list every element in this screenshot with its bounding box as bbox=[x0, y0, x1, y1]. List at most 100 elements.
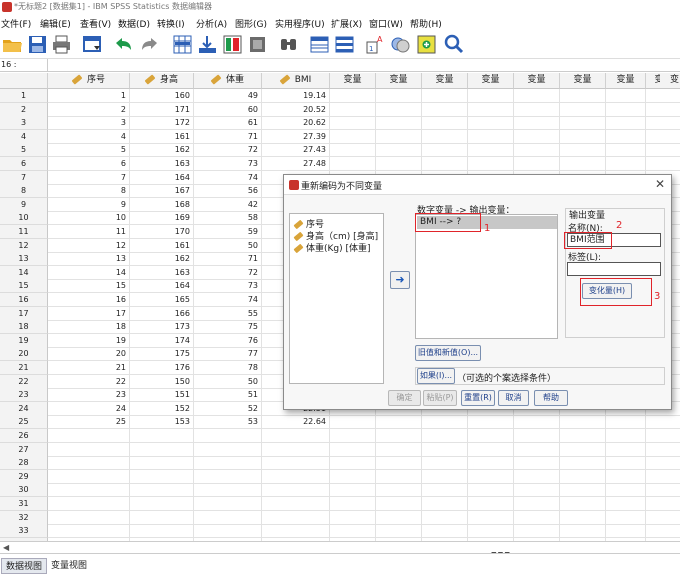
row-header[interactable]: 30 bbox=[0, 483, 48, 498]
row-header[interactable]: 9 bbox=[0, 197, 48, 212]
table-cell[interactable] bbox=[48, 524, 130, 539]
table-cell[interactable] bbox=[194, 497, 262, 511]
table-cell[interactable] bbox=[194, 524, 262, 539]
table-cell[interactable] bbox=[514, 510, 560, 525]
menu-view[interactable]: 查看(V) bbox=[80, 17, 111, 30]
table-cell[interactable]: 74 bbox=[194, 170, 262, 185]
row-header[interactable]: 32 bbox=[0, 510, 48, 525]
row-header[interactable]: 31 bbox=[0, 497, 48, 511]
menu-analyze[interactable]: 分析(A) bbox=[196, 17, 227, 30]
table-cell[interactable]: 55 bbox=[194, 306, 262, 321]
table-cell[interactable]: 20.62 bbox=[262, 116, 330, 131]
table-cell[interactable]: 19.14 bbox=[262, 89, 330, 103]
goto-variable-icon[interactable] bbox=[197, 34, 218, 55]
table-cell[interactable]: 22.64 bbox=[262, 415, 330, 430]
column-header[interactable]: 变 bbox=[660, 73, 680, 89]
table-cell[interactable]: 7 bbox=[48, 170, 130, 185]
table-cell[interactable]: 173 bbox=[130, 320, 194, 335]
table-cell[interactable] bbox=[514, 116, 560, 131]
table-cell[interactable]: 14 bbox=[48, 265, 130, 280]
table-cell[interactable] bbox=[660, 470, 680, 484]
table-cell[interactable]: 60 bbox=[194, 102, 262, 117]
table-cell[interactable] bbox=[422, 497, 468, 511]
table-cell[interactable] bbox=[376, 483, 422, 498]
table-cell[interactable] bbox=[262, 429, 330, 443]
table-cell[interactable]: 71 bbox=[194, 129, 262, 144]
table-cell[interactable]: 10 bbox=[48, 211, 130, 226]
table-cell[interactable] bbox=[330, 469, 376, 484]
column-header[interactable]: 体重 bbox=[194, 73, 262, 89]
table-cell[interactable]: 59 bbox=[194, 225, 262, 239]
table-cell[interactable]: 162 bbox=[130, 252, 194, 267]
row-header[interactable]: 27 bbox=[0, 442, 48, 457]
print-icon[interactable] bbox=[51, 34, 72, 55]
table-cell[interactable]: 163 bbox=[130, 265, 194, 280]
menu-window[interactable]: 窗口(W) bbox=[369, 17, 403, 30]
table-cell[interactable] bbox=[606, 89, 646, 103]
row-header[interactable]: 24 bbox=[0, 401, 48, 416]
column-header[interactable]: 变量 bbox=[468, 73, 514, 89]
table-cell[interactable] bbox=[330, 129, 376, 144]
run-descriptives-icon[interactable] bbox=[247, 34, 268, 55]
table-cell[interactable] bbox=[130, 510, 194, 525]
row-header[interactable]: 6 bbox=[0, 157, 48, 171]
table-cell[interactable] bbox=[262, 497, 330, 511]
grid-corner[interactable] bbox=[0, 73, 48, 89]
table-cell[interactable]: 5 bbox=[48, 143, 130, 158]
table-cell[interactable] bbox=[376, 510, 422, 525]
menu-extensions[interactable]: 扩展(X) bbox=[331, 17, 362, 30]
table-cell[interactable] bbox=[262, 442, 330, 457]
table-cell[interactable]: 166 bbox=[130, 306, 194, 321]
table-cell[interactable]: 42 bbox=[194, 197, 262, 212]
table-cell[interactable]: 17 bbox=[48, 306, 130, 321]
table-cell[interactable] bbox=[130, 497, 194, 511]
table-cell[interactable] bbox=[514, 483, 560, 498]
table-cell[interactable]: 21 bbox=[48, 361, 130, 375]
menu-help[interactable]: 帮助(H) bbox=[410, 17, 442, 30]
table-cell[interactable]: 19 bbox=[48, 333, 130, 348]
table-cell[interactable] bbox=[468, 483, 514, 498]
table-cell[interactable]: 27.48 bbox=[262, 157, 330, 171]
table-cell[interactable] bbox=[422, 157, 468, 171]
table-cell[interactable]: 162 bbox=[130, 143, 194, 158]
table-cell[interactable]: 174 bbox=[130, 333, 194, 348]
row-header[interactable]: 29 bbox=[0, 469, 48, 484]
source-variable-list[interactable]: 序号 身高（cm) [身高] 体重(Kg) [体重] bbox=[289, 213, 384, 384]
table-cell[interactable] bbox=[606, 483, 646, 498]
cancel-button[interactable]: 取消 bbox=[498, 390, 529, 406]
ok-button[interactable]: 确定 bbox=[388, 390, 421, 406]
table-cell[interactable] bbox=[606, 524, 646, 539]
table-cell[interactable]: 172 bbox=[130, 116, 194, 131]
row-header[interactable]: 5 bbox=[0, 143, 48, 158]
table-cell[interactable]: 61 bbox=[194, 116, 262, 131]
table-cell[interactable] bbox=[468, 524, 514, 539]
table-cell[interactable] bbox=[330, 442, 376, 457]
table-cell[interactable]: 50 bbox=[194, 238, 262, 253]
table-cell[interactable] bbox=[130, 524, 194, 539]
row-header[interactable]: 21 bbox=[0, 361, 48, 375]
label-field[interactable] bbox=[567, 262, 661, 276]
table-cell[interactable] bbox=[514, 143, 560, 158]
table-cell[interactable] bbox=[514, 415, 560, 430]
table-cell[interactable] bbox=[48, 456, 130, 471]
table-cell[interactable] bbox=[422, 89, 468, 103]
table-cell[interactable] bbox=[660, 524, 680, 539]
table-cell[interactable] bbox=[468, 129, 514, 144]
table-cell[interactable] bbox=[468, 442, 514, 457]
table-cell[interactable] bbox=[330, 456, 376, 471]
row-header[interactable]: 4 bbox=[0, 129, 48, 144]
menu-file[interactable]: 文件(F) bbox=[1, 17, 31, 30]
table-cell[interactable]: 164 bbox=[130, 279, 194, 294]
table-cell[interactable]: 58 bbox=[194, 211, 262, 226]
table-cell[interactable] bbox=[560, 415, 606, 430]
row-header[interactable]: 8 bbox=[0, 184, 48, 199]
table-cell[interactable] bbox=[660, 511, 680, 525]
table-cell[interactable] bbox=[422, 429, 468, 443]
table-cell[interactable] bbox=[48, 510, 130, 525]
table-cell[interactable] bbox=[606, 429, 646, 443]
table-cell[interactable]: 163 bbox=[130, 157, 194, 171]
table-cell[interactable] bbox=[560, 429, 606, 443]
table-cell[interactable] bbox=[376, 89, 422, 103]
table-cell[interactable] bbox=[130, 469, 194, 484]
column-header[interactable]: 变量 bbox=[376, 73, 422, 89]
